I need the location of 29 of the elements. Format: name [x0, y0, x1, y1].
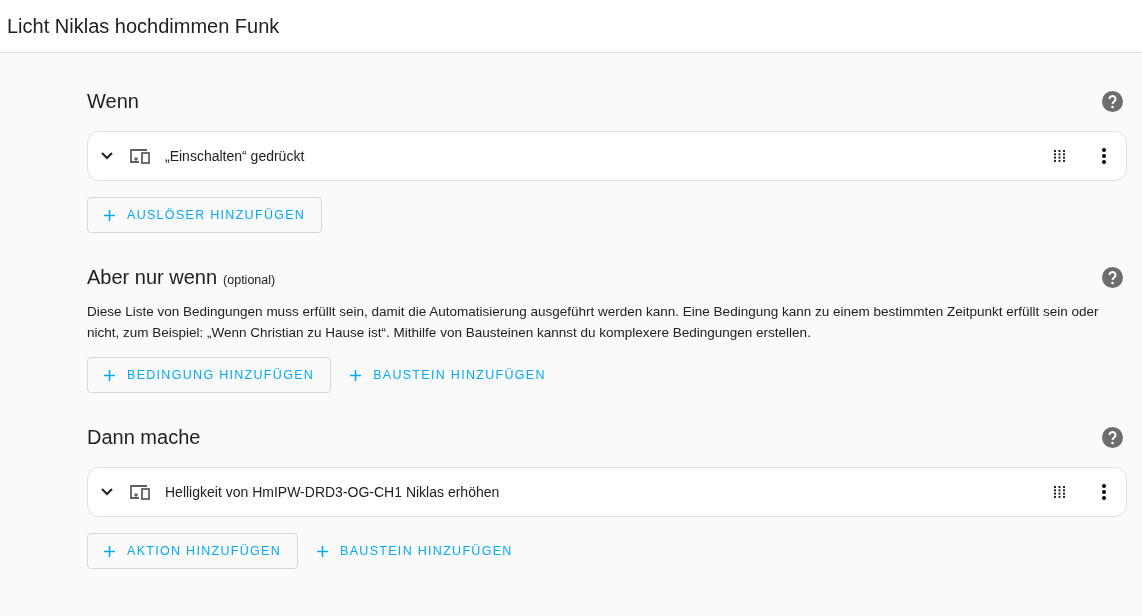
row-label: Helligkeit von HmIPW-DRD3-OG-CH1 Niklas erhöhen [165, 484, 501, 500]
chevron-down-icon[interactable] [101, 152, 113, 160]
section-title: Dann mache [87, 425, 201, 449]
drag-handle-icon[interactable] [1054, 150, 1066, 162]
plus-icon [350, 369, 362, 381]
row-label: „Einschalten“ gedrückt [165, 148, 306, 164]
section-title: Wenn [87, 89, 139, 113]
help-icon[interactable] [1102, 426, 1123, 448]
devices-icon [129, 484, 151, 500]
optional-note: (optional) [223, 272, 276, 287]
section-description: Diese Liste von Bedingungen muss erfüllt sein, damit die Automatisierung ausgeführt werden kann. Eine Bedingung kann zu einem bestimmten Zeitpunkt erfüllt sein oder nicht, zum Beispiel: „Wenn Christian zu Hause ist“. Mithilfe von Bausteinen kannst du komplexere Bedingungen erstellen. [87, 303, 1100, 342]
drag-handle-icon[interactable] [1054, 486, 1066, 498]
more-vertical-icon[interactable] [1102, 484, 1106, 500]
add-button[interactable]: BAUSTEIN HINZUFÜGEN [308, 533, 522, 569]
add-button[interactable]: BAUSTEIN HINZUFÜGEN [341, 357, 555, 393]
plus-icon [104, 369, 115, 381]
section-title: Aber nur wenn [87, 265, 218, 289]
page-title: Licht Niklas hochdimmen Funk [7, 14, 280, 38]
chevron-down-icon[interactable] [101, 488, 113, 496]
add-button[interactable]: AUSLÖSER HINZUFÜGEN [87, 197, 323, 233]
add-button[interactable]: BEDINGUNG HINZUFÜGEN [87, 357, 332, 393]
plus-icon [104, 545, 115, 557]
more-vertical-icon[interactable] [1102, 148, 1106, 164]
help-icon[interactable] [1102, 266, 1123, 288]
devices-icon [129, 148, 151, 164]
plus-icon [317, 545, 329, 557]
help-icon[interactable] [1102, 90, 1123, 112]
add-button[interactable]: AKTION HINZUFÜGEN [87, 533, 299, 569]
plus-icon [104, 209, 115, 221]
